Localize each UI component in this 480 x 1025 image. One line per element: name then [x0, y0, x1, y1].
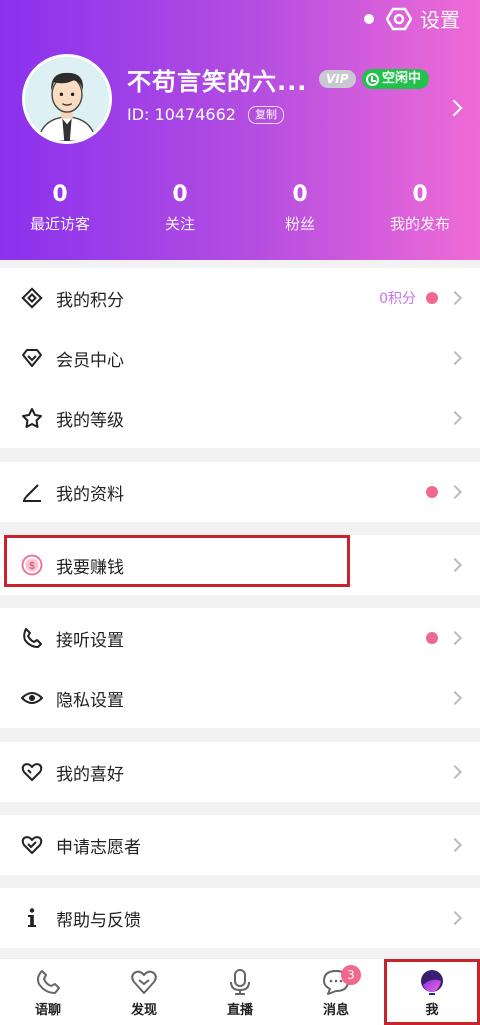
stat-visitors[interactable]: 0 最近访客: [0, 182, 120, 234]
stat-value: 0: [412, 182, 428, 207]
tab-label: 发现: [130, 1002, 157, 1018]
settings-label: 设置: [420, 8, 460, 32]
svg-text:$: $: [29, 561, 35, 572]
gear-icon: [386, 7, 412, 30]
menu-item-privacy[interactable]: 隐私设置: [0, 668, 480, 728]
menu-group-profile: 我的资料: [0, 462, 480, 522]
chevron-right-icon: [447, 764, 463, 780]
heart-icon: [20, 760, 44, 784]
stats-row: 0 最近访客 0 关注 0 粉丝 0 我的发布: [0, 182, 480, 234]
chevron-right-icon: [447, 837, 463, 853]
tab-voice-chat[interactable]: 语聊: [0, 959, 96, 1025]
tab-me[interactable]: 我: [384, 959, 480, 1025]
tab-messages[interactable]: 消息 3: [288, 959, 384, 1025]
notice-dot: [426, 632, 438, 644]
menu-label: 申请志愿者: [56, 837, 141, 858]
heart-tab-icon: [131, 970, 157, 994]
unread-badge: 3: [341, 965, 361, 985]
menu-group-earn: $ 我要赚钱: [0, 535, 480, 595]
nickname: 不苟言笑的六...: [127, 68, 308, 96]
tab-label: 语聊: [34, 1002, 61, 1018]
chevron-right-icon: [447, 290, 463, 306]
status-label: 空闲中: [382, 71, 422, 86]
menu-item-hobbies[interactable]: 我的喜好: [0, 742, 480, 802]
notice-dot: [426, 486, 438, 498]
stat-value: 0: [292, 182, 308, 207]
status-badge: 空闲中: [362, 69, 430, 89]
notice-dot: [426, 292, 438, 304]
menu-group-volunteer: 申请志愿者: [0, 815, 480, 875]
profile-arrow-icon[interactable]: [445, 99, 463, 117]
tab-label: 直播: [226, 1002, 253, 1018]
phone-tab-icon: [37, 969, 60, 994]
stat-following[interactable]: 0 关注: [120, 182, 240, 234]
chevron-right-icon: [447, 484, 463, 500]
mic-tab-icon: [230, 968, 250, 995]
stat-posts[interactable]: 0 我的发布: [360, 182, 480, 234]
menu-item-points[interactable]: 我的积分 0积分: [0, 268, 480, 328]
eye-icon: [20, 686, 44, 710]
points-value: 0积分: [379, 291, 416, 307]
user-id: ID: 10474662: [127, 105, 236, 124]
stat-fans[interactable]: 0 粉丝: [240, 182, 360, 234]
info-icon: [20, 906, 44, 930]
stat-label: 我的发布: [389, 215, 450, 233]
vip-badge: VIP: [319, 70, 356, 88]
menu-group-hobbies: 我的喜好: [0, 742, 480, 802]
diamond-icon: [20, 286, 44, 310]
chevron-right-icon: [447, 910, 463, 926]
menu-label: 帮助与反馈: [56, 910, 141, 931]
pen-icon: [20, 480, 44, 504]
stat-label: 粉丝: [284, 215, 315, 233]
user-id-row: ID: 10474662 复制: [127, 105, 284, 124]
menu-item-level[interactable]: 我的等级: [0, 388, 480, 448]
gem-icon: [20, 346, 44, 370]
chevron-right-icon: [447, 557, 463, 573]
menu-item-answer-settings[interactable]: 接听设置: [0, 608, 480, 668]
menu-label: 接听设置: [56, 630, 124, 651]
avatar[interactable]: [22, 54, 112, 144]
avatar-illustration: [25, 57, 109, 141]
menu-label: 我要赚钱: [56, 557, 124, 578]
settings-dot: [364, 13, 374, 24]
menu-group-settings: 接听设置 隐私设置: [0, 608, 480, 728]
tab-live[interactable]: 直播: [192, 959, 288, 1025]
menu-item-earn[interactable]: $ 我要赚钱: [0, 535, 480, 595]
clock-icon: [366, 72, 379, 86]
menu-label: 我的等级: [56, 410, 124, 431]
copy-button[interactable]: 复制: [247, 105, 284, 124]
chevron-right-icon: [447, 410, 463, 426]
star-icon: [20, 406, 44, 430]
chevron-right-icon: [447, 630, 463, 646]
tab-label: 消息: [322, 1002, 349, 1018]
stat-value: 0: [52, 182, 68, 207]
profile-header: 设置 不苟言笑的六... VIP 空闲中 ID: 10474662 复制 0 最…: [0, 0, 480, 260]
bottom-tab-bar: 语聊 发现 直播 消息 3 我: [0, 958, 480, 1025]
menu-group-account: 我的积分 0积分 会员中心 我的等级: [0, 268, 480, 448]
menu-item-profile[interactable]: 我的资料: [0, 462, 480, 522]
money-icon: $: [20, 553, 44, 577]
chevron-right-icon: [447, 350, 463, 366]
menu-label: 隐私设置: [56, 690, 124, 711]
heart-check-icon: [20, 833, 44, 857]
stat-label: 关注: [164, 215, 195, 233]
menu-group-help: 帮助与反馈: [0, 888, 480, 948]
chevron-right-icon: [447, 690, 463, 706]
phone-icon: [20, 626, 44, 650]
menu-item-help[interactable]: 帮助与反馈: [0, 888, 480, 948]
tab-label: 我: [425, 1002, 439, 1018]
menu-label: 会员中心: [56, 350, 124, 371]
menu-label: 我的积分: [56, 290, 124, 311]
tab-discover[interactable]: 发现: [96, 959, 192, 1025]
menu-item-volunteer[interactable]: 申请志愿者: [0, 815, 480, 875]
me-tab-icon: [421, 969, 443, 995]
stat-label: 最近访客: [29, 215, 90, 233]
menu-label: 我的喜好: [56, 764, 124, 785]
menu-label: 我的资料: [56, 484, 124, 505]
settings-button[interactable]: 设置: [364, 4, 460, 33]
menu-item-vip-center[interactable]: 会员中心: [0, 328, 480, 388]
stat-value: 0: [172, 182, 188, 207]
